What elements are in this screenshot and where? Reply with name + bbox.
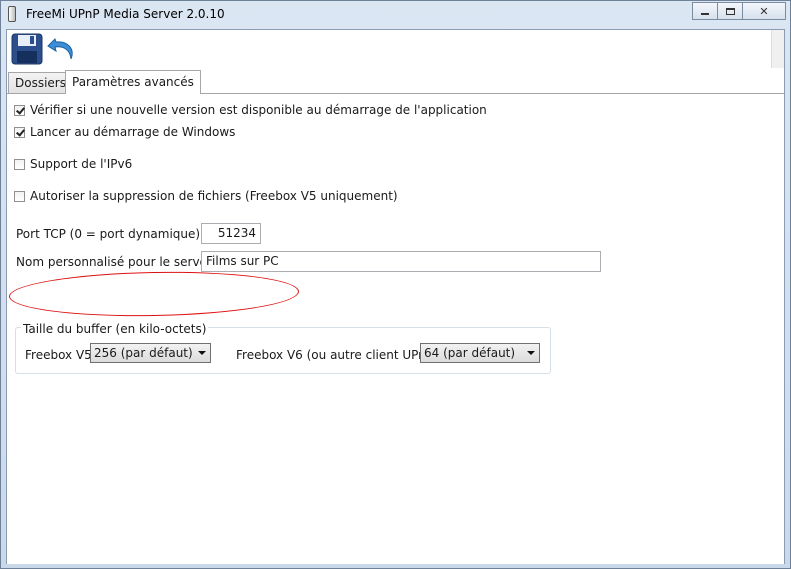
launch-startup-label: Lancer au démarrage de Windows [30,125,236,139]
allow-delete-row: Autoriser la suppression de fichiers (Fr… [14,189,398,203]
close-button[interactable]: ✕ [742,2,786,20]
freebox-v6-value: 64 (par défaut) [424,346,516,360]
save-button[interactable] [11,33,43,65]
launch-startup-row: Lancer au démarrage de Windows [14,125,235,139]
app-window: FreeMi UPnP Media Server 2.0.10 ✕ Dossie… [0,0,791,569]
check-update-row: Vérifier si une nouvelle version est dis… [14,103,487,117]
ipv6-label: Support de l'IPv6 [30,157,133,171]
freebox-v5-label: Freebox V5 [25,348,92,362]
chevron-down-icon [198,351,206,355]
freebox-v5-select[interactable]: 256 (par défaut) [90,343,211,363]
allow-delete-checkbox[interactable] [14,190,25,202]
buffer-group-title: Taille du buffer (en kilo-octets) [21,322,209,336]
close-icon: ✕ [759,4,769,18]
annotation-circle [8,269,300,319]
server-name-input[interactable]: Films sur PC [201,251,601,272]
client-area: Dossiers Paramètres avancés Vérifier si … [6,29,785,564]
maximize-button[interactable] [717,2,743,20]
tcp-port-input[interactable]: 51234 [201,223,261,244]
toolbar [7,30,784,68]
maximize-icon [725,7,735,15]
freebox-v6-select[interactable]: 64 (par défaut) [420,343,540,363]
title-bar: FreeMi UPnP Media Server 2.0.10 ✕ [1,1,790,29]
ipv6-row: Support de l'IPv6 [14,157,132,171]
tab-strip: Dossiers Paramètres avancés [7,70,784,94]
minimize-icon [701,13,709,15]
server-name-label: Nom personnalisé pour le serveur [16,255,220,269]
window-title: FreeMi UPnP Media Server 2.0.10 [26,7,225,21]
advanced-settings-panel: Vérifier si une nouvelle version est dis… [7,93,784,564]
chevron-down-icon [527,351,535,355]
tab-dossiers[interactable]: Dossiers [8,72,73,93]
tab-parametres-avances[interactable]: Paramètres avancés [65,70,201,94]
allow-delete-label: Autoriser la suppression de fichiers (Fr… [30,189,398,203]
toolbar-scroll[interactable] [771,30,784,68]
window-controls: ✕ [692,2,786,20]
check-update-checkbox[interactable] [14,104,25,116]
freebox-v6-label: Freebox V6 (ou autre client UPnP) [236,348,438,362]
minimize-button[interactable] [692,2,718,20]
save-icon [11,33,43,65]
freebox-v5-value: 256 (par défaut) [94,346,193,360]
check-update-label: Vérifier si une nouvelle version est dis… [30,103,487,117]
undo-icon [47,38,73,60]
launch-startup-checkbox[interactable] [14,126,25,138]
undo-button[interactable] [46,33,78,65]
tcp-port-label: Port TCP (0 = port dynamique) [16,227,201,241]
ipv6-checkbox[interactable] [14,158,25,170]
app-icon [8,6,16,22]
